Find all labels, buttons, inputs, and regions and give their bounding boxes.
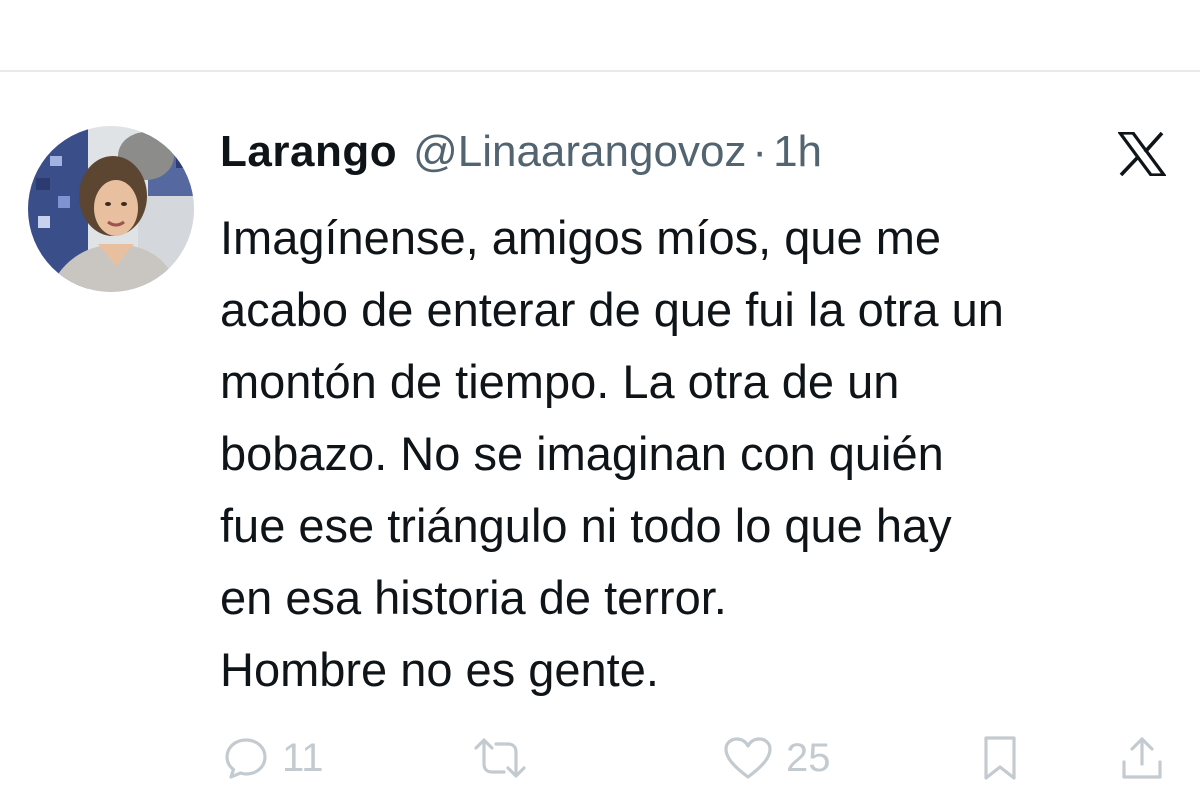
tweet-text-line: Hombre no es gente. [220,643,659,696]
top-divider [0,70,1200,72]
tweet-header: Larango @Linaarangovoz · 1h [220,122,822,182]
timestamp[interactable]: 1h [773,122,822,182]
user-handle[interactable]: @Linaarangovoz [413,122,746,182]
tweet-actions: 11 25 [0,728,1200,788]
separator-dot: · [752,127,768,176]
reply-icon [225,738,267,779]
avatar-image [28,126,194,292]
share-button[interactable] [1118,728,1166,788]
x-logo-icon[interactable] [1116,131,1168,177]
bookmark-button[interactable] [978,728,1022,788]
reply-button[interactable]: 11 [222,728,324,788]
tweet-text: Imagínense, amigos míos, que me acabo de… [220,202,1180,706]
like-button[interactable]: 25 [722,728,831,788]
tweet-text-line: montón de tiempo. La otra de un [220,355,900,408]
tweet-text-line: bobazo. No se imaginan con quién [220,427,944,480]
display-name[interactable]: Larango [220,122,397,182]
bookmark-icon [984,736,1016,780]
share-icon [1122,737,1162,779]
tweet-text-line: acabo de enterar de que fui la otra un [220,283,1004,336]
tweet-text-line: Imagínense, amigos míos, que me [220,211,942,264]
retweet-icon [474,738,526,778]
tweet-text-line: fue ese triángulo ni todo lo que hay [220,499,952,552]
heart-icon [724,737,772,779]
avatar[interactable] [28,126,194,292]
reply-count: 11 [282,735,324,780]
like-count: 25 [786,735,831,780]
tweet-text-line: en esa historia de terror. [220,571,727,624]
retweet-button[interactable] [470,728,530,788]
